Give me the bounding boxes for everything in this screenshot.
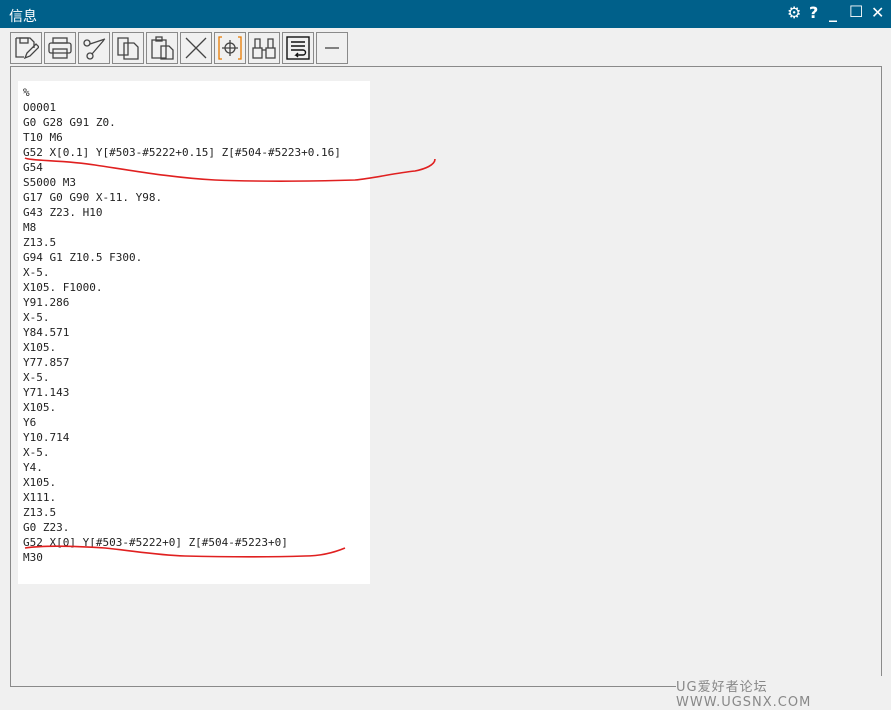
scissors-icon [83,38,106,60]
wrap-text-button[interactable] [282,32,314,64]
code-line: Y77.857 [23,356,70,369]
code-line: X-5. [23,446,50,459]
title-bar: 信息 ⚙ ? _ ☐ ✕ [0,0,891,28]
code-line: X-5. [23,266,50,279]
code-line: M30 [23,551,43,564]
code-line: X105. [23,476,57,489]
wrap-text-icon [286,36,310,60]
code-line: G94 G1 Z10.5 F300. [23,251,143,264]
code-line: G0 Z23. [23,521,70,534]
code-line: X105. [23,401,57,414]
code-line: G54 [23,161,43,174]
copy-button[interactable] [112,32,144,64]
help-button[interactable]: ? [809,4,818,22]
binoculars-icon [252,38,276,59]
dash-icon [325,47,339,49]
delete-button[interactable] [180,32,212,64]
crosshair-icon [218,36,242,60]
code-line: S5000 M3 [23,176,76,189]
watermark: UG爱好者论坛 WWW.UGSNX.COM [676,676,891,710]
code-line: Y6 [23,416,37,429]
print-button[interactable] [44,32,76,64]
code-line: G52 X[0.1] Y[#503-#5222+0.15] Z[#504-#52… [23,146,341,159]
cut-button[interactable] [78,32,110,64]
code-line: G43 Z23. H10 [23,206,103,219]
maximize-button[interactable]: ☐ [849,3,863,21]
paste-button[interactable] [146,32,178,64]
code-line: % [23,86,30,99]
print-icon [48,37,72,59]
copy-icon [117,37,139,60]
x-icon [185,37,207,59]
code-line: Z13.5 [23,236,57,249]
window-title: 信息 [9,9,37,25]
code-line: X111. [23,491,57,504]
paste-icon [151,36,174,60]
close-button[interactable]: ✕ [871,4,884,22]
code-line: Y10.714 [23,431,70,444]
code-line: Z13.5 [23,506,57,519]
code-line: T10 M6 [23,131,63,144]
minimize-panel-button[interactable] [316,32,348,64]
code-line: X105. F1000. [23,281,103,294]
code-line: M8 [23,221,37,234]
code-line: G0 G28 G91 Z0. [23,116,116,129]
code-line: G17 G0 G90 X-11. Y98. [23,191,163,204]
code-line: Y84.571 [23,326,70,339]
code-line: Y71.143 [23,386,70,399]
code-line: G52 X[0] Y[#503-#5222+0] Z[#504-#5223+0] [23,536,288,549]
code-line: Y91.286 [23,296,70,309]
code-line: X-5. [23,311,50,324]
find-button[interactable] [248,32,280,64]
select-point-button[interactable] [214,32,246,64]
code-line: O0001 [23,101,57,114]
code-line: X-5. [23,371,50,384]
code-line: Y4. [23,461,43,474]
gear-icon[interactable]: ⚙ [787,4,801,22]
nc-code-listing: % O0001 G0 G28 G91 Z0. T10 M6 G52 X[0.1] Y[#… [23,85,341,565]
code-line: X105. [23,341,57,354]
minimize-button[interactable]: _ [829,4,837,22]
save-edit-icon [15,37,39,60]
save-button[interactable] [10,32,42,64]
